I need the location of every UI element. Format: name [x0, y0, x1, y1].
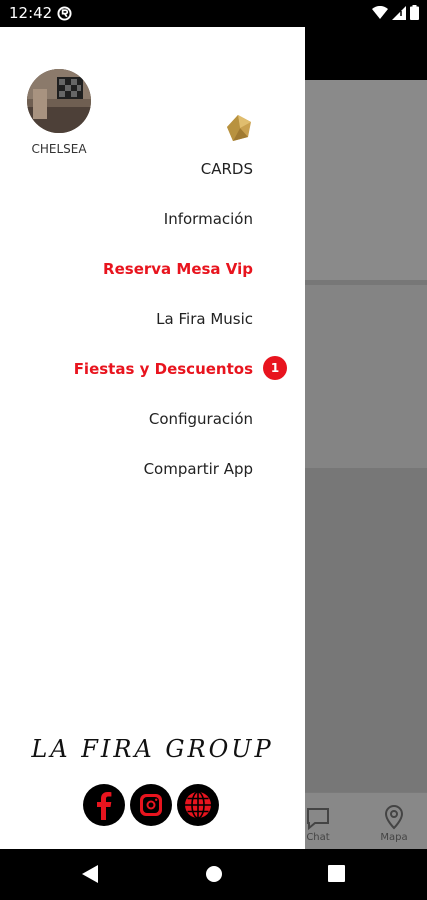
battery-icon	[410, 5, 419, 20]
chat-icon	[307, 808, 329, 830]
instagram-button[interactable]	[130, 784, 172, 826]
system-nav-bar	[0, 849, 427, 900]
avatar-photo	[27, 69, 91, 133]
gem-icon	[227, 115, 251, 141]
menu-item-cards[interactable]: CARDS	[201, 160, 253, 178]
notification-badge: 1	[263, 356, 287, 380]
brand-logo-text: LA FIRA GROUP	[31, 735, 274, 763]
facebook-icon	[97, 792, 112, 820]
web-globe-icon	[185, 791, 211, 819]
map-pin-icon	[384, 805, 404, 830]
menu-item-compartir-app[interactable]: Compartir App	[144, 460, 253, 478]
signal-icon	[392, 5, 406, 20]
status-time: 12:42	[9, 4, 53, 22]
background-content	[305, 80, 427, 280]
website-button[interactable]	[177, 784, 219, 826]
facebook-button[interactable]	[83, 784, 125, 826]
bottom-nav-label: Chat	[306, 832, 330, 843]
status-bar: 12:42	[0, 0, 427, 27]
bottom-nav-label: Mapa	[380, 832, 408, 843]
notification-app-icon	[57, 6, 72, 21]
menu-item-configuracion[interactable]: Configuración	[149, 410, 253, 428]
bottom-nav-map[interactable]: Mapa	[364, 804, 424, 843]
background-content	[305, 285, 427, 468]
back-icon[interactable]	[82, 865, 98, 883]
navigation-drawer: CHELSEA CARDS Información Reserva Mesa V…	[0, 27, 305, 849]
instagram-icon	[140, 794, 162, 816]
menu-item-fiestas-y-descuentos[interactable]: Fiestas y Descuentos	[74, 360, 253, 378]
recents-icon[interactable]	[328, 865, 345, 882]
wifi-icon	[372, 5, 388, 19]
user-name: CHELSEA	[31, 142, 87, 156]
menu-item-reserva-mesa-vip[interactable]: Reserva Mesa Vip	[103, 260, 253, 278]
avatar[interactable]	[27, 69, 91, 133]
menu-item-la-fira-music[interactable]: La Fira Music	[156, 310, 253, 328]
menu-item-informacion[interactable]: Información	[164, 210, 253, 228]
home-icon[interactable]	[205, 865, 223, 883]
